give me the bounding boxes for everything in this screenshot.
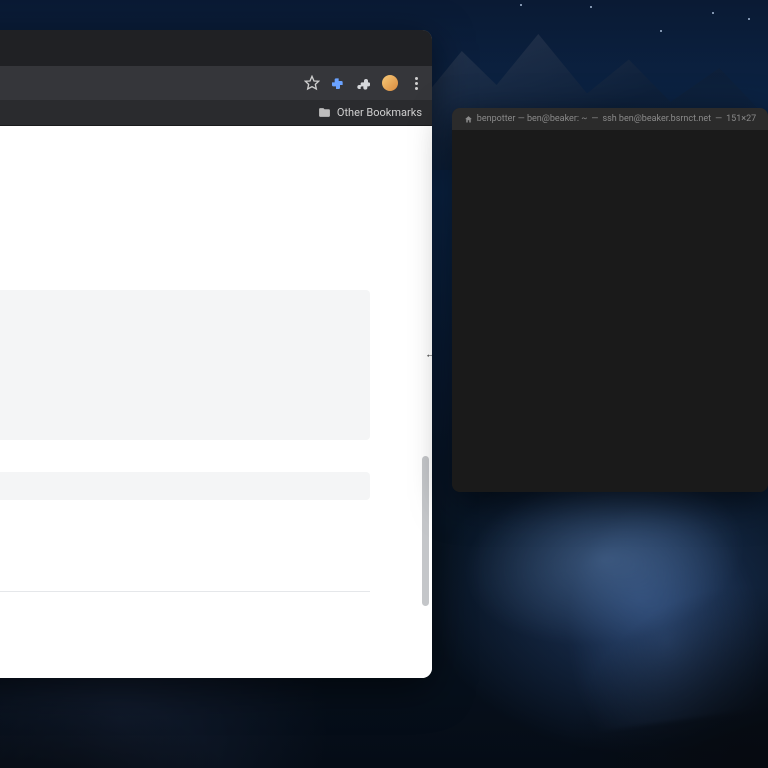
readme-text-block: t development environment. a web browser… xyxy=(0,142,386,265)
text-line: a web browser. xyxy=(0,164,386,183)
extension-icon[interactable] xyxy=(330,75,346,91)
profile-avatar-icon[interactable] xyxy=(382,75,398,91)
terminal-body[interactable] xyxy=(452,130,768,492)
wallpaper-star xyxy=(748,18,750,20)
other-bookmarks-button[interactable]: Other Bookmarks xyxy=(337,106,422,119)
page-content: t development environment. a web browser… xyxy=(0,126,402,678)
wallpaper-star xyxy=(590,6,592,8)
terminal-title-userpath: benpotter — ben@beaker: ~ xyxy=(477,114,588,124)
text-line: ks runs on your server. xyxy=(0,223,386,242)
text-line: it into a full development environment. xyxy=(0,246,386,265)
scrollbar-thumb[interactable] xyxy=(422,456,429,606)
section-divider xyxy=(0,591,370,592)
terminal-window[interactable]: benpotter — ben@beaker: ~ — ssh ben@beak… xyxy=(452,108,768,492)
terminal-title-dash: — xyxy=(715,114,722,124)
wallpaper-star xyxy=(520,4,522,6)
browser-tabstrip[interactable] xyxy=(0,30,432,66)
bookmarks-bar[interactable]: Other Bookmarks xyxy=(0,100,432,126)
wallpaper-rocks xyxy=(528,508,768,768)
text-line: t development environment. xyxy=(0,142,386,161)
terminal-titlebar[interactable]: benpotter — ben@beaker: ~ — ssh ben@beak… xyxy=(452,108,768,130)
home-icon xyxy=(464,115,473,124)
kebab-menu-icon[interactable] xyxy=(408,75,424,91)
browser-viewport[interactable]: t development environment. a web browser… xyxy=(0,126,432,678)
terminal-title-size: 151×27 xyxy=(726,114,756,124)
terminal-title-dash: — xyxy=(591,114,598,124)
install-link-line: doc/install.md. xyxy=(0,556,386,575)
folder-icon xyxy=(318,106,331,119)
wallpaper-star xyxy=(660,30,662,32)
window-resize-handle[interactable]: ↔ xyxy=(425,348,432,361)
desktop-wallpaper: Other Bookmarks t development environmen… xyxy=(0,0,768,768)
code-block[interactable] xyxy=(0,472,370,500)
browser-window[interactable]: Other Bookmarks t development environmen… xyxy=(0,30,432,678)
browser-chrome: Other Bookmarks xyxy=(0,30,432,126)
star-icon[interactable] xyxy=(304,75,320,91)
browser-toolbar xyxy=(0,66,432,100)
text-line: pilations, downloads, and more. xyxy=(0,201,386,220)
puzzle-icon[interactable] xyxy=(356,75,372,91)
terminal-title-ssh: ssh ben@beaker.bsrnct.net xyxy=(602,114,711,124)
wallpaper-star xyxy=(712,12,714,14)
code-block[interactable]: y-run xyxy=(0,290,370,440)
